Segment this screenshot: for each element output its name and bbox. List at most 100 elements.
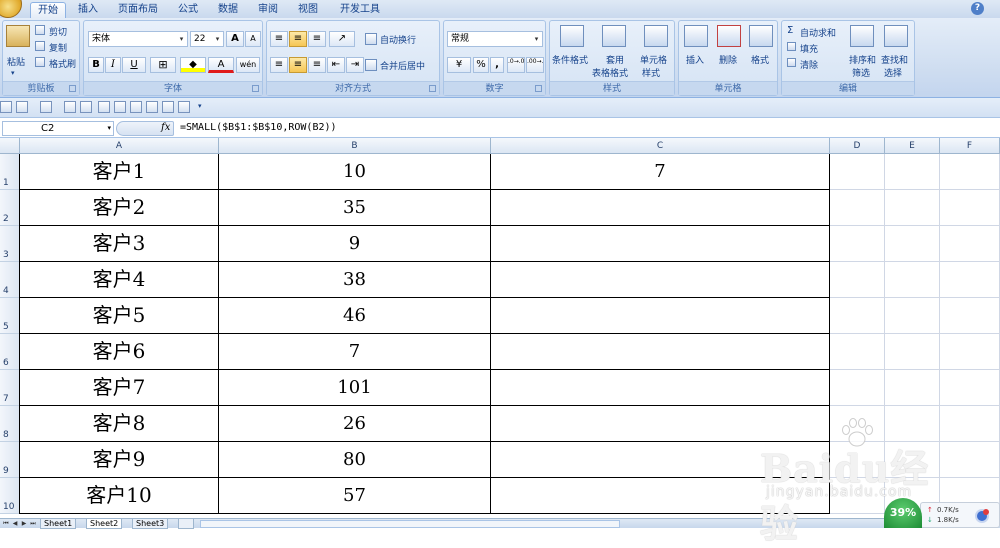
cell-d9[interactable] [830,442,885,478]
memory-percent[interactable]: 39% [884,498,922,528]
cell-a7[interactable]: 客户7 [20,370,219,406]
cell-c10[interactable] [491,478,830,514]
cell-c5[interactable] [491,298,830,334]
cell-c8[interactable] [491,406,830,442]
name-box[interactable]: C2 ▾ [2,121,114,136]
comma-style-button[interactable]: , [490,57,504,73]
cell-a4[interactable]: 客户4 [20,262,219,298]
font-color-button[interactable]: A [208,57,234,73]
insert-cells-button[interactable]: 插入 [686,53,704,66]
format-cells-button[interactable]: 格式 [751,53,769,66]
percent-button[interactable]: % [473,57,489,73]
cell-b2[interactable]: 35 [219,190,491,226]
insert-function-button[interactable]: fx [116,121,174,136]
number-format-select[interactable]: 常规 ▾ [447,31,543,47]
row-header[interactable]: 4 [0,262,20,298]
align-middle-button[interactable]: ≡ [289,31,307,47]
table-icon[interactable] [146,101,158,113]
cell-d5[interactable] [830,298,885,334]
cell-c4[interactable] [491,262,830,298]
cell-f9[interactable] [940,442,1000,478]
column-header-e[interactable]: E [885,138,940,154]
align-top-button[interactable]: ≡ [270,31,288,47]
redo-icon[interactable] [40,101,52,113]
grow-font-button[interactable]: A [226,31,244,47]
format-as-table-line1[interactable]: 套用 [606,53,624,66]
fill-color-button[interactable]: ◆ [180,57,206,73]
row-header[interactable]: 8 [0,406,20,442]
cell-e5[interactable] [885,298,940,334]
cell-d3[interactable] [830,226,885,262]
customize-toolbar-icon[interactable]: ▾ [198,102,202,110]
cell-c7[interactable] [491,370,830,406]
cell-d6[interactable] [830,334,885,370]
next-sheet-icon[interactable]: ▶ [20,520,28,528]
row-header[interactable]: 7 [0,370,20,406]
cut-button[interactable]: 剪切 [49,25,67,38]
globe-icon[interactable] [975,509,989,523]
sort-filter-line2[interactable]: 筛选 [852,66,870,79]
wrap-text-button[interactable]: 自动换行 [380,33,416,46]
bold-button[interactable]: B [88,57,104,73]
help-icon[interactable]: ? [971,2,984,15]
column-header-a[interactable]: A [20,138,219,154]
cell-f8[interactable] [940,406,1000,442]
cell-e2[interactable] [885,190,940,226]
find-select-line2[interactable]: 选择 [884,66,902,79]
tab-formulas[interactable]: 公式 [172,2,204,18]
shrink-font-button[interactable]: A [245,31,261,47]
grid-icon[interactable] [162,101,174,113]
column-header-b[interactable]: B [219,138,491,154]
cell-c6[interactable] [491,334,830,370]
cell-b4[interactable]: 38 [219,262,491,298]
prev-sheet-icon[interactable]: ◀ [11,520,19,528]
cell-e1[interactable] [885,154,940,190]
tab-home[interactable]: 开始 [30,2,66,18]
cell-e8[interactable] [885,406,940,442]
font-size-select[interactable]: 22 ▾ [190,31,224,47]
paste-button[interactable]: 粘贴 [7,55,25,68]
tab-insert[interactable]: 插入 [72,2,104,18]
fill-button[interactable]: 填充 [800,42,818,55]
row-header[interactable]: 9 [0,442,20,478]
accounting-format-button[interactable]: ¥ [447,57,471,73]
horizontal-scrollbar[interactable] [200,520,620,528]
cell-a5[interactable]: 客户5 [20,298,219,334]
increase-decimal-button[interactable]: .0→.00 [507,57,525,73]
cell-a6[interactable]: 客户6 [20,334,219,370]
cell-c9[interactable] [491,442,830,478]
format-painter-button[interactable]: 格式刷 [49,57,76,70]
sort-filter-line1[interactable]: 排序和 [849,53,876,66]
paste-icon[interactable] [6,25,30,47]
cell-f4[interactable] [940,262,1000,298]
cell-a10[interactable]: 客户10 [20,478,219,514]
find-select-line1[interactable]: 查找和 [881,53,908,66]
row-header[interactable]: 10 [0,478,20,514]
column-header-d[interactable]: D [830,138,885,154]
cell-styles-line1[interactable]: 单元格 [640,53,667,66]
cell-e6[interactable] [885,334,940,370]
tab-developer[interactable]: 开发工具 [332,2,388,18]
cell-b3[interactable]: 9 [219,226,491,262]
column-header-f[interactable]: F [940,138,1000,154]
decrease-indent-button[interactable]: ⇤ [327,57,345,73]
underline-button[interactable]: U [122,57,146,73]
font-launcher-icon[interactable] [252,85,259,92]
cell-f2[interactable] [940,190,1000,226]
cell-b7[interactable]: 101 [219,370,491,406]
worksheet-grid[interactable]: A B C D E F 1 客户1 10 7 2 客户2 35 3 客户3 9 4 客户4 38 5 客户5… [0,138,1000,518]
copy-button[interactable]: 复制 [49,41,67,54]
cell-d4[interactable] [830,262,885,298]
cell-d8[interactable] [830,406,885,442]
cell-b10[interactable]: 57 [219,478,491,514]
cell-e3[interactable] [885,226,940,262]
cell-f1[interactable] [940,154,1000,190]
italic-button[interactable]: I [105,57,121,73]
cell-e9[interactable] [885,442,940,478]
increase-indent-button[interactable]: ⇥ [346,57,364,73]
cell-d10[interactable] [830,478,885,514]
camera-icon[interactable] [114,101,126,113]
chart-icon[interactable] [178,101,190,113]
print-preview-icon[interactable] [64,101,76,113]
cell-b8[interactable]: 26 [219,406,491,442]
